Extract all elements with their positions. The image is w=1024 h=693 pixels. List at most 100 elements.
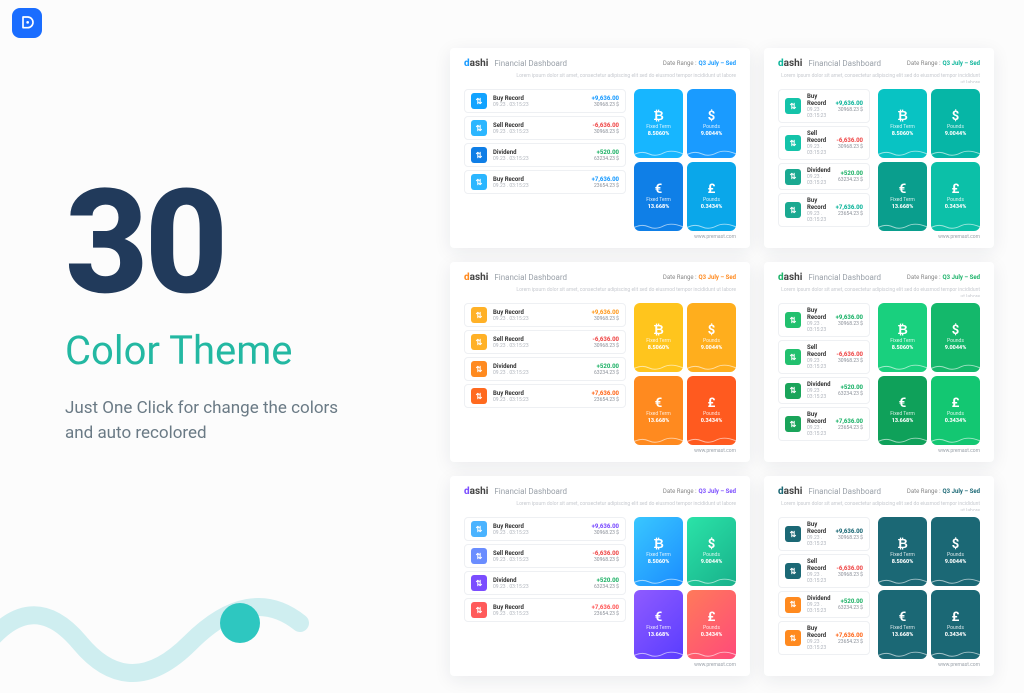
- currency-symbol-icon: ₿: [653, 538, 664, 551]
- tile-percent: 13.668%: [892, 204, 914, 210]
- row-icon: ⇅: [471, 602, 487, 618]
- row-icon: ⇅: [785, 630, 801, 646]
- row-date: 09.23 . 03:15:23: [493, 156, 588, 162]
- tile-percent: 9.0044%: [701, 345, 723, 351]
- row-subvalue: 23654.23 $: [594, 183, 619, 189]
- dashboard-logo: dashiFinancial Dashboard: [778, 58, 881, 69]
- currency-tile: €Fixed Term13.668%: [878, 376, 927, 445]
- tile-label: Fixed Term: [646, 411, 671, 417]
- row-subvalue: 30968.23 $: [594, 129, 619, 135]
- hero-number: 30: [65, 178, 385, 309]
- tile-percent: 0.3434%: [701, 418, 723, 424]
- row-title: Buy Record: [807, 521, 830, 535]
- record-rows: ⇅Buy Record09.23 . 03:15:23+9,636.003096…: [464, 303, 626, 445]
- currency-tile: £Pounds0.3434%: [687, 376, 736, 445]
- row-amount: +9,636.00: [836, 314, 863, 321]
- record-row: ⇅Buy Record09.23 . 03:15:23+7,636.002365…: [778, 193, 870, 227]
- row-subvalue: 23654.23 $: [838, 425, 863, 431]
- dashboard-preview-card: dashiFinancial DashboardDate Range :Q3 J…: [764, 476, 994, 676]
- row-subvalue: 63234.23 $: [594, 370, 619, 376]
- tile-percent: 8.5060%: [892, 559, 914, 565]
- record-row: ⇅Dividend09.23 . 03:15:23+520.0063234.23…: [778, 591, 870, 618]
- record-row: ⇅Sell Record09.23 . 03:15:23-6,636.00309…: [778, 126, 870, 160]
- row-amount: +520.00: [597, 577, 619, 584]
- row-title: Buy Record: [807, 93, 830, 107]
- row-icon: ⇅: [785, 349, 801, 365]
- currency-tile: £Pounds0.3434%: [931, 162, 980, 231]
- row-amount: +520.00: [841, 598, 863, 605]
- row-date: 09.23 . 03:15:23: [807, 174, 832, 186]
- tile-label: Fixed Term: [646, 197, 671, 203]
- dashboard-lorem: Lorem ipsum dolor sit amet, consectetur …: [464, 73, 736, 83]
- row-amount: -6,636.00: [836, 351, 863, 358]
- currency-tile: $Pounds9.0044%: [931, 89, 980, 158]
- tile-label: Fixed Term: [890, 625, 915, 631]
- row-icon: ⇅: [785, 416, 801, 432]
- currency-tile: ₿Fixed Term8.5060%: [634, 517, 683, 586]
- tile-percent: 13.668%: [892, 632, 914, 638]
- row-subvalue: 23654.23 $: [838, 211, 863, 217]
- tile-percent: 9.0044%: [945, 559, 967, 565]
- dashboard-lorem: Lorem ipsum dolor sit amet, consectetur …: [778, 501, 980, 511]
- record-row: ⇅Buy Record09.23 . 03:15:23+9,636.003096…: [778, 303, 870, 337]
- dashboard-footer: www.premast.com: [464, 234, 736, 240]
- tile-label: Pounds: [947, 411, 964, 417]
- currency-symbol-icon: $: [952, 538, 959, 551]
- tile-percent: 9.0044%: [945, 131, 967, 137]
- row-amount: -6,636.00: [592, 122, 619, 129]
- row-icon: ⇅: [471, 388, 487, 404]
- row-date: 09.23 . 03:15:23: [807, 639, 830, 651]
- row-title: Sell Record: [807, 558, 830, 572]
- currency-tiles: ₿Fixed Term8.5060%$Pounds9.0044%€Fixed T…: [878, 303, 980, 445]
- currency-tile: ₿Fixed Term8.5060%: [634, 89, 683, 158]
- tile-percent: 13.668%: [892, 418, 914, 424]
- date-range: Date Range :Q3 July – Sed: [907, 60, 980, 67]
- dashboard-footer: www.premast.com: [464, 662, 736, 668]
- row-title: Buy Record: [493, 176, 586, 183]
- row-subvalue: 63234.23 $: [838, 605, 863, 611]
- tile-label: Fixed Term: [890, 197, 915, 203]
- row-icon: ⇅: [785, 526, 801, 542]
- currency-tiles: ₿Fixed Term8.5060%$Pounds9.0044%€Fixed T…: [878, 517, 980, 659]
- record-row: ⇅Buy Record09.23 . 03:15:23+7,636.002365…: [778, 407, 870, 441]
- row-icon: ⇅: [471, 120, 487, 136]
- dashboard-footer: www.premast.com: [778, 662, 980, 668]
- dashboard-preview-card: dashiFinancial DashboardDate Range :Q3 J…: [450, 48, 750, 248]
- dashboard-lorem: Lorem ipsum dolor sit amet, consectetur …: [464, 287, 736, 297]
- row-subvalue: 30968.23 $: [594, 102, 619, 108]
- record-row: ⇅Buy Record09.23 . 03:15:23+9,636.003096…: [464, 517, 626, 541]
- row-amount: +9,636.00: [592, 95, 619, 102]
- row-subvalue: 30968.23 $: [838, 144, 863, 150]
- row-date: 09.23 . 03:15:23: [493, 370, 588, 376]
- row-subvalue: 30968.23 $: [594, 343, 619, 349]
- row-title: Sell Record: [493, 122, 586, 129]
- row-amount: +520.00: [597, 149, 619, 156]
- dashboard-header: dashiFinancial DashboardDate Range :Q3 J…: [778, 486, 980, 497]
- row-date: 09.23 . 03:15:23: [493, 183, 586, 189]
- tile-percent: 8.5060%: [648, 131, 670, 137]
- tile-percent: 9.0044%: [701, 559, 723, 565]
- currency-symbol-icon: ₿: [653, 110, 664, 123]
- row-amount: -6,636.00: [592, 336, 619, 343]
- tile-percent: 0.3434%: [945, 204, 967, 210]
- record-row: ⇅Buy Record09.23 . 03:15:23+7,636.002365…: [778, 621, 870, 655]
- record-rows: ⇅Buy Record09.23 . 03:15:23+9,636.003096…: [778, 303, 870, 445]
- row-amount: +9,636.00: [592, 523, 619, 530]
- preview-grid: dashiFinancial Dashboard Date Range :Q3 J…: [450, 48, 1024, 676]
- tile-label: Fixed Term: [890, 411, 915, 417]
- record-rows: ⇅Buy Record09.23 . 03:15:23+9,636.003096…: [778, 89, 870, 231]
- tile-percent: 9.0044%: [701, 131, 723, 137]
- dashboard-logo: dashiFinancial Dashboard: [778, 486, 881, 497]
- row-date: 09.23 . 03:15:23: [493, 611, 586, 617]
- row-title: Buy Record: [493, 604, 586, 611]
- currency-tile: €Fixed Term13.668%: [878, 162, 927, 231]
- currency-tile: £Pounds0.3434%: [931, 590, 980, 659]
- tile-label: Fixed Term: [646, 552, 671, 558]
- row-title: Buy Record: [493, 523, 586, 530]
- record-row: ⇅Sell Record09.23 . 03:15:23-6,636.00309…: [464, 116, 626, 140]
- row-subvalue: 30968.23 $: [838, 358, 863, 364]
- row-icon: ⇅: [471, 174, 487, 190]
- tile-percent: 0.3434%: [945, 632, 967, 638]
- row-icon: ⇅: [785, 169, 801, 185]
- tile-label: Fixed Term: [646, 124, 671, 130]
